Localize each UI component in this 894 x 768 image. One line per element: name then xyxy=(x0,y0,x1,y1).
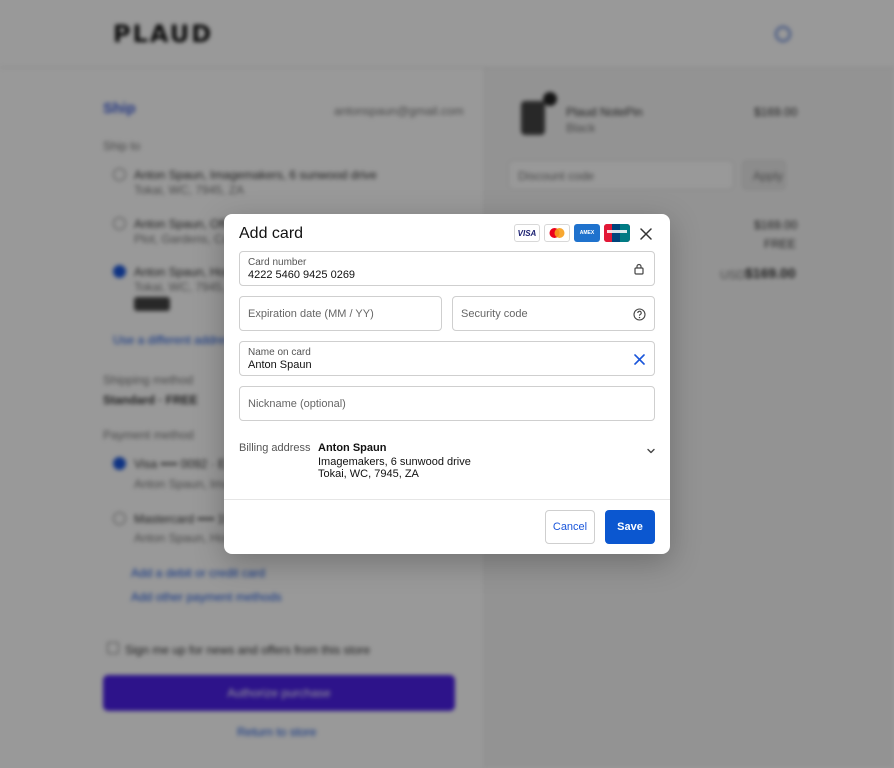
visa-logo-icon: VISA xyxy=(514,224,540,242)
save-button[interactable]: Save xyxy=(605,510,655,544)
nickname-field[interactable]: Nickname (optional) xyxy=(239,386,655,421)
billing-address-label: Billing address xyxy=(239,442,311,454)
mastercard-logo-icon xyxy=(544,224,570,242)
card-number-value[interactable]: 4222 5460 9425 0269 xyxy=(248,269,355,281)
help-icon[interactable] xyxy=(632,307,646,321)
footer-divider xyxy=(224,499,670,500)
name-on-card-field[interactable]: Name on card Anton Spaun xyxy=(239,341,655,376)
billing-address-line1[interactable]: Imagemakers, 6 sunwood drive xyxy=(318,456,471,468)
card-brands: VISA AMEX xyxy=(514,224,630,242)
billing-name[interactable]: Anton Spaun xyxy=(318,442,386,454)
card-number-label: Card number xyxy=(248,257,307,268)
amex-logo-icon: AMEX xyxy=(574,224,600,242)
nickname-placeholder: Nickname (optional) xyxy=(248,398,346,410)
security-code-placeholder: Security code xyxy=(461,308,528,320)
lock-icon xyxy=(632,262,646,276)
security-code-field[interactable]: Security code xyxy=(452,296,655,331)
cancel-button[interactable]: Cancel xyxy=(545,510,595,544)
clear-icon[interactable] xyxy=(632,352,646,366)
expiration-date-placeholder: Expiration date (MM / YY) xyxy=(248,308,374,320)
name-on-card-value[interactable]: Anton Spaun xyxy=(248,359,312,371)
close-dialog-button[interactable] xyxy=(637,225,655,243)
billing-address-line2[interactable]: Tokai, WC, 7945, ZA xyxy=(318,468,419,480)
close-icon xyxy=(640,228,652,240)
name-on-card-label: Name on card xyxy=(248,347,311,358)
unionpay-logo-icon xyxy=(604,224,630,242)
expiration-date-field[interactable]: Expiration date (MM / YY) xyxy=(239,296,442,331)
card-number-field[interactable]: Card number 4222 5460 9425 0269 xyxy=(239,251,655,286)
chevron-down-icon[interactable] xyxy=(646,443,658,455)
add-card-dialog: Add card VISA AMEX Card number 4222 5460… xyxy=(224,214,670,554)
dialog-title: Add card xyxy=(239,225,304,242)
